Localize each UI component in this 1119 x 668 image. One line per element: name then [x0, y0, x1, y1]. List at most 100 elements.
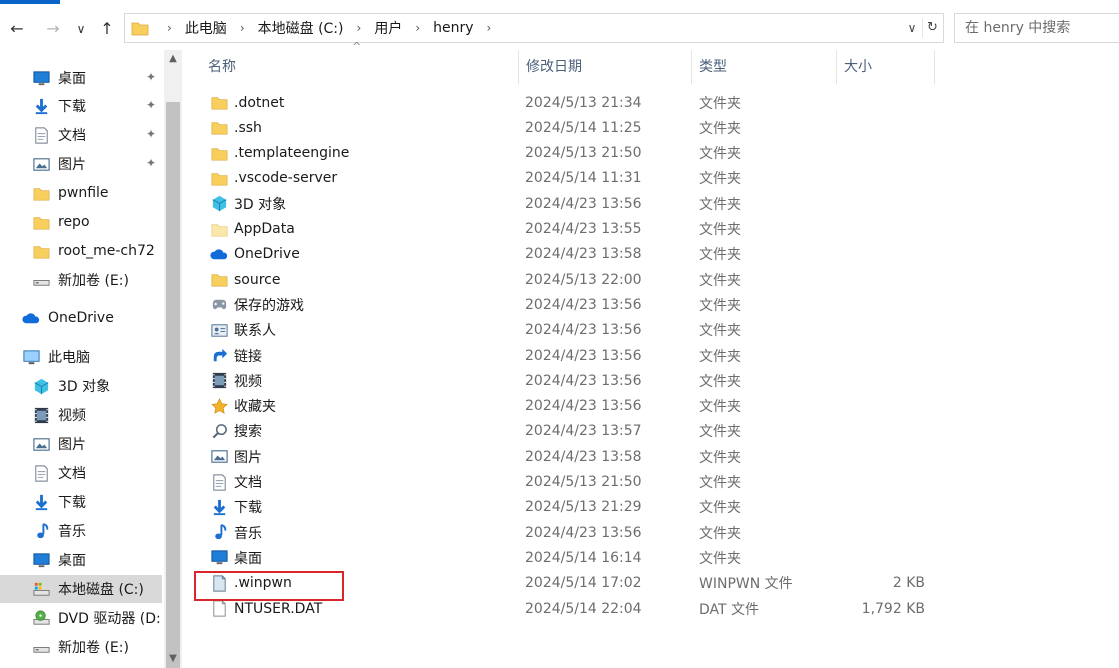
column-type[interactable]: 类型 [691, 50, 836, 84]
file-date: 2024/5/14 22:04 [525, 600, 642, 617]
file-row[interactable]: 音乐 2024/4/23 13:56 文件夹 [200, 520, 940, 545]
file-date: 2024/5/14 17:02 [525, 575, 642, 592]
breadcrumb-separator[interactable]: › [167, 21, 172, 35]
column-size[interactable]: 大小 [836, 50, 934, 84]
sidebar-item[interactable]: 此电脑 [0, 343, 162, 371]
forward-button[interactable]: → [42, 18, 64, 40]
breadcrumb-this-pc[interactable]: 此电脑 [184, 18, 228, 38]
desktop-icon [32, 551, 52, 569]
file-name-cell: 音乐 [210, 523, 262, 543]
saved-games-icon [210, 295, 229, 314]
file-row[interactable]: .dotnet 2024/5/13 21:34 文件夹 [200, 90, 940, 115]
sidebar-item[interactable]: 文档 [0, 459, 162, 487]
file-row[interactable]: 联系人 2024/4/23 13:56 文件夹 [200, 318, 940, 343]
file-row[interactable]: 图片 2024/4/23 13:58 文件夹 [200, 444, 940, 469]
file-name: 桌面 [234, 550, 262, 567]
folder-icon [210, 169, 229, 188]
file-row[interactable]: 下载 2024/5/13 21:29 文件夹 [200, 495, 940, 520]
scroll-up-arrow[interactable]: ▲ [164, 50, 182, 68]
scrollbar-thumb[interactable] [166, 102, 180, 668]
sidebar-item[interactable]: 桌面 [0, 546, 162, 574]
back-button[interactable]: ← [6, 18, 28, 40]
folder-icon [210, 144, 229, 163]
sidebar-item[interactable]: 图片 ✦ [0, 150, 162, 178]
picture-icon [32, 155, 52, 173]
address-bar[interactable]: › 此电脑 › 本地磁盘 (C:) › 用户 › henry › ∨ ↻ [124, 13, 944, 43]
file-row[interactable]: 桌面 2024/5/14 16:14 文件夹 [200, 545, 940, 570]
file-row[interactable]: 3D 对象 2024/4/23 13:56 文件夹 [200, 191, 940, 216]
sidebar-item[interactable]: 新加卷 (E:) [0, 633, 162, 661]
file-row[interactable]: 搜索 2024/4/23 13:57 文件夹 [200, 419, 940, 444]
sidebar-item[interactable]: 下载 [0, 488, 162, 516]
sidebar-item[interactable]: 图片 [0, 430, 162, 458]
sidebar-item[interactable]: 网络 [0, 662, 162, 668]
breadcrumb-users[interactable]: 用户 [373, 18, 403, 38]
file-date: 2024/4/23 13:56 [525, 524, 642, 541]
file-type: 文件夹 [699, 323, 741, 340]
search-box[interactable] [954, 13, 1119, 43]
file-row[interactable]: 文档 2024/5/13 21:50 文件夹 [200, 470, 940, 495]
file-row[interactable]: 保存的游戏 2024/4/23 13:56 文件夹 [200, 292, 940, 317]
column-name[interactable]: 名称 [200, 50, 518, 84]
breadcrumb-separator[interactable]: › [487, 21, 492, 35]
file-type: DAT 文件 [699, 601, 760, 618]
refresh-button[interactable]: ↻ [922, 18, 942, 38]
file-row[interactable]: 收藏夹 2024/4/23 13:56 文件夹 [200, 394, 940, 419]
pin-icon: ✦ [146, 98, 157, 112]
breadcrumb: › 此电脑 › 本地磁盘 (C:) › 用户 › henry › [155, 14, 503, 42]
sidebar-item[interactable]: 音乐 [0, 517, 162, 545]
sidebar-item[interactable]: 桌面 ✦ [0, 64, 162, 92]
sidebar-item-label: 此电脑 [48, 350, 90, 366]
sidebar-item[interactable]: 新加卷 (E:) [0, 266, 162, 294]
breadcrumb-henry[interactable]: henry [432, 20, 474, 36]
desktop-icon [210, 548, 229, 567]
file-name-cell: .vscode-server [210, 169, 337, 188]
search-input[interactable] [955, 14, 1119, 42]
file-row[interactable]: OneDrive 2024/4/23 13:58 文件夹 [200, 242, 940, 267]
file-date: 2024/4/23 13:56 [525, 398, 642, 415]
sidebar-item[interactable]: 下载 ✦ [0, 92, 162, 120]
up-button[interactable]: ↑ [96, 18, 118, 40]
file-row[interactable]: .vscode-server 2024/5/14 11:31 文件夹 [200, 166, 940, 191]
file-row[interactable]: 视频 2024/4/23 13:56 文件夹 [200, 368, 940, 393]
navigation-scrollbar[interactable]: ▲ ▼ [164, 50, 182, 668]
contacts-icon [210, 321, 229, 340]
file-type: 文件夹 [699, 95, 741, 112]
file-row[interactable]: source 2024/5/13 22:00 文件夹 [200, 267, 940, 292]
file-row[interactable]: .templateengine 2024/5/13 21:50 文件夹 [200, 141, 940, 166]
sidebar-item[interactable]: root_me-ch72 [0, 237, 162, 265]
sidebar-item[interactable]: 视频 [0, 401, 162, 429]
sidebar-item[interactable]: 文档 ✦ [0, 121, 162, 149]
breadcrumb-separator[interactable]: › [415, 21, 420, 35]
sidebar-item[interactable]: repo [0, 208, 162, 236]
file-row[interactable]: AppData 2024/4/23 13:55 文件夹 [200, 217, 940, 242]
links-icon [210, 346, 229, 365]
file-type: 文件夹 [699, 550, 741, 567]
music-icon [32, 522, 52, 540]
sidebar-item-label: 3D 对象 [58, 379, 111, 395]
file-row[interactable]: 链接 2024/4/23 13:56 文件夹 [200, 343, 940, 368]
breadcrumb-separator[interactable]: › [240, 21, 245, 35]
column-date-modified[interactable]: 修改日期 [518, 50, 691, 84]
column-divider[interactable] [934, 50, 935, 84]
breadcrumb-c-drive[interactable]: 本地磁盘 (C:) [257, 18, 345, 38]
file-date: 2024/5/13 21:34 [525, 94, 642, 111]
folder-icon [32, 184, 52, 202]
file-name-cell: source [210, 270, 281, 289]
sidebar-item-label: 桌面 [58, 71, 86, 87]
breadcrumb-separator[interactable]: › [357, 21, 362, 35]
address-history-dropdown[interactable]: ∨ [903, 18, 921, 38]
sidebar-item-label: 文档 [58, 466, 86, 482]
sidebar-item[interactable]: pwnfile [0, 179, 162, 207]
sidebar-item[interactable]: 3D 对象 [0, 372, 162, 400]
file-name-cell: .templateengine [210, 144, 349, 163]
file-date: 2024/4/23 13:55 [525, 221, 642, 237]
file-type: WINPWN 文件 [699, 576, 793, 593]
sidebar-item[interactable]: DVD 驱动器 (D: [0, 604, 162, 632]
scroll-down-arrow[interactable]: ▼ [164, 650, 182, 668]
file-row[interactable]: .ssh 2024/5/14 11:25 文件夹 [200, 115, 940, 140]
recent-locations-button[interactable]: ∨ [70, 18, 92, 40]
sidebar-item[interactable]: OneDrive [0, 304, 162, 332]
sidebar-item-label: 下载 [58, 495, 86, 511]
sidebar-item[interactable]: 本地磁盘 (C:) [0, 575, 162, 603]
